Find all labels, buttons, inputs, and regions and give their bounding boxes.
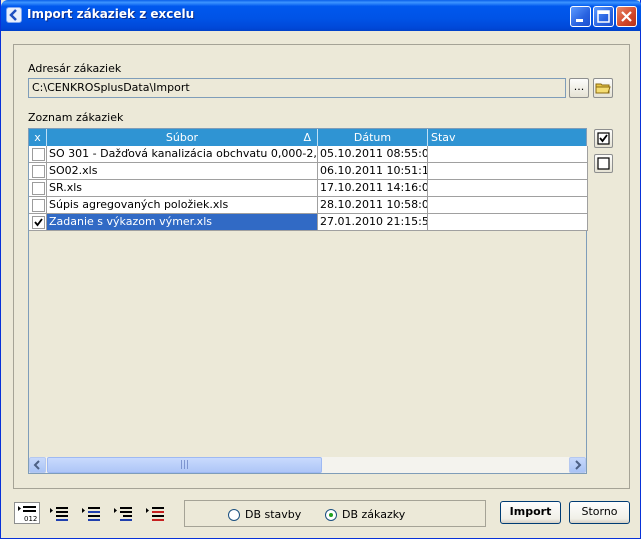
open-folder-button[interactable] bbox=[593, 78, 613, 98]
address-path-field[interactable]: C:\CENKROSplusData\Import bbox=[28, 78, 566, 98]
scroll-grip-icon: ||| bbox=[179, 460, 190, 470]
file-name-cell[interactable]: Súpis agregovaných položiek.xls bbox=[47, 197, 318, 214]
column-header-file[interactable]: Súbor Δ bbox=[47, 129, 318, 146]
scroll-right-button[interactable] bbox=[569, 457, 586, 473]
view-list-button[interactable] bbox=[46, 502, 72, 524]
row-checkbox-cell[interactable] bbox=[29, 180, 47, 197]
list-blue-icon bbox=[82, 507, 100, 521]
column-header-check[interactable]: x bbox=[29, 129, 47, 146]
radio-db-stavby[interactable] bbox=[228, 509, 240, 521]
radio-db-zakazky-label[interactable]: DB zákazky bbox=[342, 508, 405, 521]
uncheck-all-button[interactable] bbox=[594, 154, 613, 173]
column-header-date[interactable]: Dátum bbox=[318, 129, 428, 146]
view-list-red-button[interactable] bbox=[142, 502, 168, 524]
row-checkbox[interactable] bbox=[32, 199, 45, 212]
date-cell[interactable]: 27.01.2010 21:15:54 bbox=[318, 214, 428, 231]
status-cell[interactable] bbox=[428, 214, 588, 231]
row-checkbox-cell[interactable] bbox=[29, 146, 47, 163]
chevron-right-icon bbox=[575, 460, 582, 470]
table-header: x Súbor Δ Dátum Stav bbox=[29, 129, 586, 146]
chevron-left-icon bbox=[33, 460, 40, 470]
cancel-button[interactable]: Storno bbox=[569, 501, 630, 524]
row-checkbox-cell[interactable] bbox=[29, 163, 47, 180]
row-checkbox-cell[interactable] bbox=[29, 197, 47, 214]
status-cell[interactable] bbox=[428, 180, 588, 197]
svg-text:012: 012 bbox=[24, 515, 37, 523]
row-checkbox[interactable] bbox=[32, 182, 45, 195]
file-name-cell[interactable]: SO 301 - Dažďová kanalizácia obchvatu 0,… bbox=[47, 146, 318, 163]
list-indent-icon bbox=[114, 507, 132, 521]
column-header-status[interactable]: Stav bbox=[428, 129, 586, 146]
date-cell[interactable]: 28.10.2011 10:58:08 bbox=[318, 197, 428, 214]
list-red-icon bbox=[146, 507, 164, 521]
sort-ascending-icon: Δ bbox=[303, 131, 311, 144]
view-list-numbered-button[interactable]: 012 bbox=[14, 502, 40, 524]
row-checkbox-checked[interactable] bbox=[32, 216, 45, 229]
list-numbered-icon: 012 bbox=[18, 506, 37, 523]
horizontal-scrollbar[interactable]: ||| bbox=[29, 457, 586, 473]
table-row[interactable]: Súpis agregovaných položiek.xls 28.10.20… bbox=[29, 197, 588, 214]
file-name-cell[interactable]: SR.xls bbox=[47, 180, 318, 197]
table-row[interactable]: SO 301 - Dažďová kanalizácia obchvatu 0,… bbox=[29, 146, 588, 163]
date-cell[interactable]: 05.10.2011 08:55:00 bbox=[318, 146, 428, 163]
address-label: Adresár zákaziek bbox=[28, 62, 122, 75]
minimize-button[interactable] bbox=[570, 6, 591, 27]
empty-box-icon bbox=[597, 157, 610, 170]
column-header-file-label: Súbor bbox=[165, 131, 199, 144]
status-cell[interactable] bbox=[428, 197, 588, 214]
date-cell[interactable]: 17.10.2011 14:16:00 bbox=[318, 180, 428, 197]
db-choice-group: DB stavby DB zákazky bbox=[184, 500, 486, 527]
checked-box-icon bbox=[597, 132, 610, 145]
row-checkbox[interactable] bbox=[32, 148, 45, 161]
browse-button[interactable]: ... bbox=[569, 78, 589, 98]
import-button[interactable]: Import bbox=[500, 501, 561, 524]
list-arrow-icon bbox=[50, 507, 68, 521]
list-label: Zoznam zákaziek bbox=[28, 111, 124, 124]
maximize-button[interactable] bbox=[593, 6, 614, 27]
title-bar[interactable]: Import zákaziek z excelu bbox=[1, 0, 641, 31]
file-table[interactable]: x Súbor Δ Dátum Stav SO 301 - Dažďová ka… bbox=[28, 128, 588, 474]
scroll-left-button[interactable] bbox=[29, 457, 46, 473]
row-checkbox-cell[interactable] bbox=[29, 214, 47, 231]
folder-icon bbox=[595, 83, 611, 94]
file-name-cell[interactable]: SO02.xls bbox=[47, 163, 318, 180]
checkmark-icon bbox=[34, 218, 43, 227]
file-name-cell[interactable]: Zadanie s výkazom výmer.xls bbox=[47, 214, 318, 231]
view-list-indent-button[interactable] bbox=[110, 502, 136, 524]
dialog-window: Import zákaziek z excelu Adresár zákazie… bbox=[0, 0, 641, 539]
table-row[interactable]: SR.xls 17.10.2011 14:16:00 bbox=[29, 180, 588, 197]
status-cell[interactable] bbox=[428, 146, 588, 163]
table-row-selected[interactable]: Zadanie s výkazom výmer.xls 27.01.2010 2… bbox=[29, 214, 588, 231]
radio-selected-dot bbox=[329, 513, 333, 517]
close-button[interactable] bbox=[616, 6, 637, 27]
date-cell[interactable]: 06.10.2011 10:51:15 bbox=[318, 163, 428, 180]
radio-db-stavby-label[interactable]: DB stavby bbox=[245, 508, 301, 521]
scroll-thumb[interactable]: ||| bbox=[47, 457, 322, 473]
radio-db-zakazky[interactable] bbox=[325, 509, 337, 521]
window-title: Import zákaziek z excelu bbox=[27, 7, 195, 21]
row-checkbox[interactable] bbox=[32, 165, 45, 178]
table-row[interactable]: SO02.xls 06.10.2011 10:51:15 bbox=[29, 163, 588, 180]
status-cell[interactable] bbox=[428, 163, 588, 180]
back-arrow-icon bbox=[6, 7, 22, 23]
view-list-blue-button[interactable] bbox=[78, 502, 104, 524]
check-all-button[interactable] bbox=[594, 129, 613, 148]
